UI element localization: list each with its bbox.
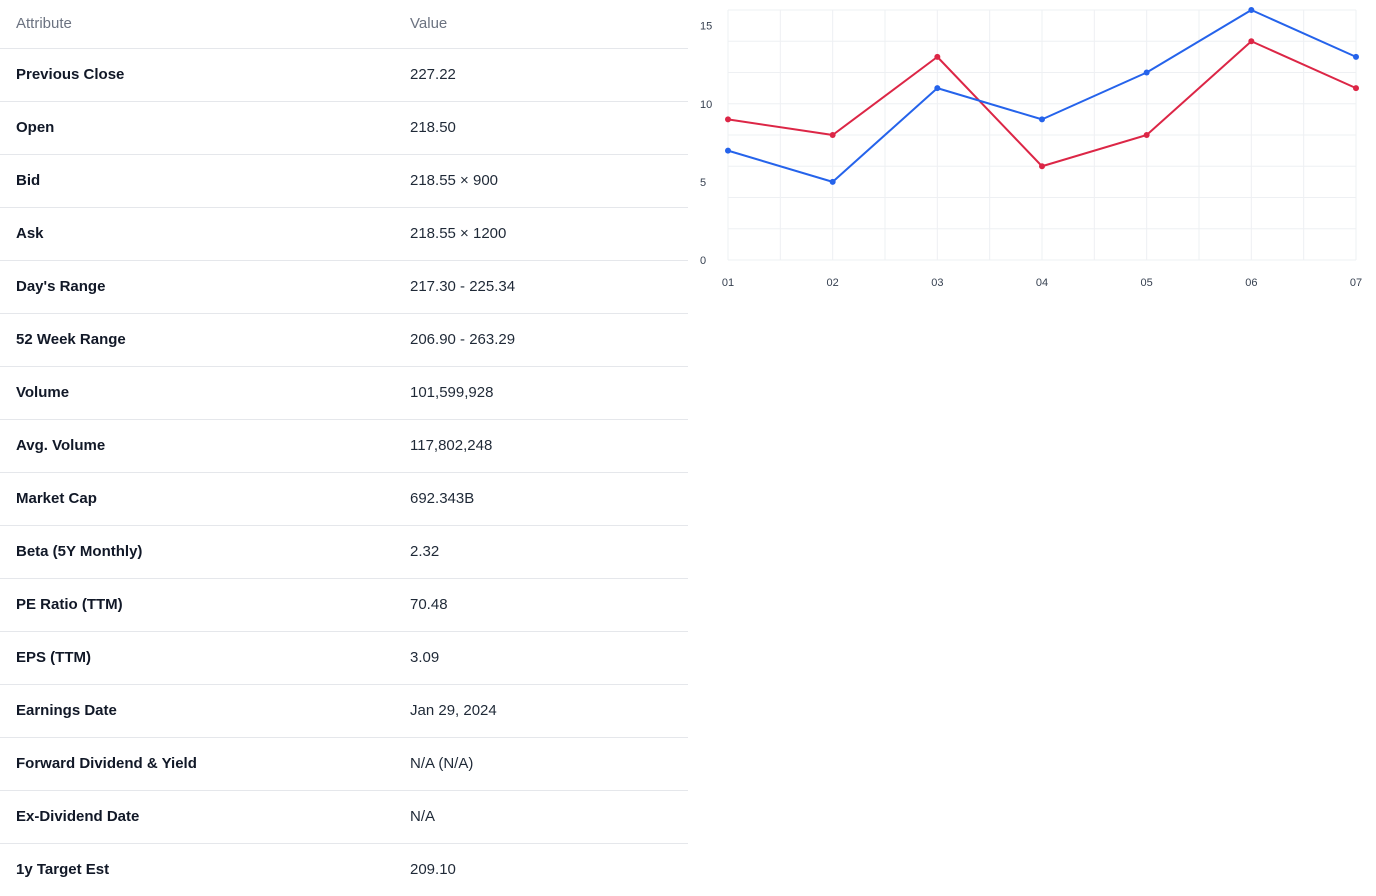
- data-point-series-2: [1353, 85, 1359, 92]
- table-row: Previous Close 227.22: [0, 49, 688, 102]
- row-value: 3.09: [410, 649, 440, 666]
- row-value: 206.90 - 263.29: [410, 331, 516, 348]
- row-attribute: 52 Week Range: [16, 331, 126, 348]
- table-row: Avg. Volume 117,802,248: [0, 420, 688, 473]
- table-row: Open 218.50: [0, 102, 688, 155]
- data-point-series-2: [725, 116, 731, 123]
- row-value: 101,599,928: [410, 384, 494, 401]
- x-tick-label: 01: [722, 277, 734, 289]
- table-row: PE Ratio (TTM) 70.48: [0, 579, 688, 632]
- table-row: Volume 101,599,928: [0, 367, 688, 420]
- table-row: 1y Target Est 209.10: [0, 844, 688, 896]
- row-value: Jan 29, 2024: [410, 702, 497, 719]
- row-value: 692.343B: [410, 490, 475, 507]
- row-attribute: Market Cap: [16, 490, 97, 507]
- row-attribute: Volume: [16, 384, 70, 401]
- data-point-series-1: [1039, 116, 1045, 123]
- data-point-series-1: [829, 178, 836, 185]
- row-attribute: Bid: [16, 172, 41, 189]
- row-value: 217.30 - 225.34: [410, 278, 516, 295]
- chart-svg: 05101501 02 03 04 05 06 07: [700, 7, 1362, 289]
- row-attribute: Forward Dividend & Yield: [16, 755, 197, 772]
- x-tick-label: 06: [1245, 277, 1257, 289]
- y-tick-label: 15: [700, 21, 712, 33]
- data-point-series-1: [725, 147, 731, 154]
- data-point-series-2: [1248, 38, 1255, 45]
- x-tick-label: 03: [931, 277, 943, 289]
- y-tick-label: 5: [700, 177, 706, 189]
- row-attribute: Open: [16, 119, 55, 136]
- header-attribute: Attribute: [16, 15, 72, 32]
- table-row: EPS (TTM) 3.09: [0, 632, 688, 685]
- row-value: 218.55 × 900: [410, 172, 499, 189]
- row-attribute: Previous Close: [16, 66, 125, 83]
- data-point-series-1: [934, 85, 941, 92]
- table-row: 52 Week Range 206.90 - 263.29: [0, 314, 688, 367]
- y-tick-label: 0: [700, 255, 706, 267]
- x-tick-label: 04: [1036, 277, 1048, 289]
- header-value: Value: [410, 15, 448, 32]
- attribute-table: Attribute Value Previous Close 227.22 Open…: [0, 0, 688, 896]
- row-attribute: Avg. Volume: [16, 437, 106, 454]
- x-tick-label: 07: [1350, 277, 1362, 289]
- x-tick-label: 02: [827, 277, 839, 289]
- row-attribute: PE Ratio (TTM): [16, 596, 123, 613]
- data-point-series-1: [1143, 69, 1150, 76]
- table-row: Ask 218.55 × 1200: [0, 208, 688, 261]
- row-value: 209.10: [410, 861, 456, 878]
- table-row: Forward Dividend & Yield N/A (N/A): [0, 738, 688, 791]
- table-row: Earnings Date Jan 29, 2024: [0, 685, 688, 738]
- row-attribute: 1y Target Est: [16, 861, 110, 878]
- table-row: Bid 218.55 × 900: [0, 155, 688, 208]
- row-value: 117,802,248: [410, 437, 493, 454]
- table-row: Ex-Dividend Date N/A: [0, 791, 688, 844]
- row-value: 70.48: [410, 596, 448, 613]
- data-point-series-2: [934, 53, 941, 60]
- table-row: Market Cap 692.343B: [0, 473, 688, 526]
- row-value: 2.32: [410, 543, 440, 560]
- data-point-series-2: [829, 132, 836, 138]
- data-point-series-2: [1143, 132, 1150, 138]
- row-value: N/A (N/A): [410, 755, 474, 772]
- data-point-series-1: [1248, 7, 1255, 13]
- row-attribute: EPS (TTM): [16, 649, 91, 666]
- row-attribute: Earnings Date: [16, 702, 117, 719]
- x-tick-label: 05: [1141, 277, 1153, 289]
- data-point-series-1: [1353, 53, 1359, 60]
- table-body: Previous Close 227.22 Open 218.50 Bid 218.55 …: [0, 49, 688, 896]
- table-row: Day's Range 217.30 - 225.34: [0, 261, 688, 314]
- row-value: 227.22: [410, 66, 456, 83]
- row-attribute: Beta (5Y Monthly): [16, 543, 143, 560]
- table-header: Attribute Value: [0, 0, 688, 49]
- line-chart: 0 5 10 15 01 02 03 04 05 06 07: [688, 0, 1376, 310]
- y-tick-label: 10: [700, 99, 712, 111]
- row-value: 218.50: [410, 119, 456, 136]
- data-point-series-2: [1039, 163, 1045, 170]
- table-row: Beta (5Y Monthly) 2.32: [0, 526, 688, 579]
- row-attribute: Day's Range: [16, 278, 106, 295]
- row-value: 218.55 × 1200: [410, 225, 507, 242]
- row-value: N/A: [410, 808, 436, 825]
- row-attribute: Ask: [16, 225, 44, 242]
- row-attribute: Ex-Dividend Date: [16, 808, 140, 825]
